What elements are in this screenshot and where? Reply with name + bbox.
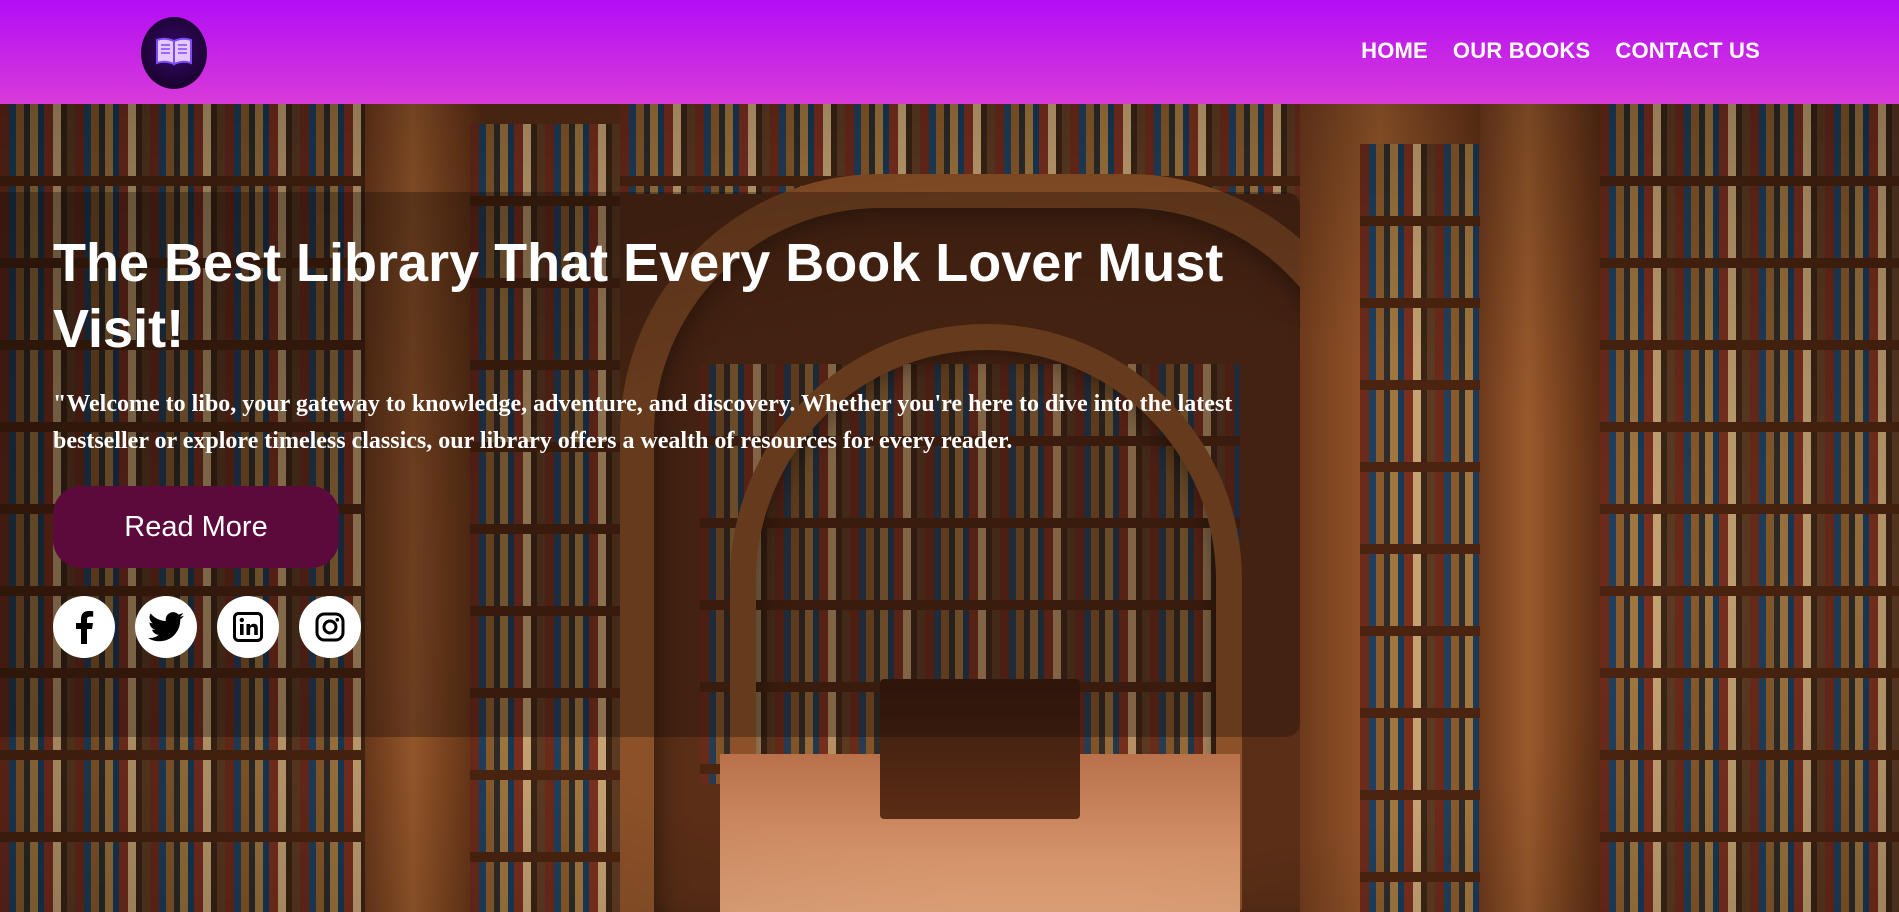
hero-content: The Best Library That Every Book Lover M… [53, 230, 1313, 658]
read-more-button[interactable]: Read More [53, 486, 339, 568]
open-book-icon [155, 36, 193, 71]
hero-title: The Best Library That Every Book Lover M… [53, 233, 1224, 359]
twitter-link[interactable] [135, 596, 197, 658]
hero-description: "Welcome to libo, your gateway to knowle… [53, 391, 1233, 454]
nav-link-our-books[interactable]: OUR BOOKS [1453, 38, 1590, 64]
linkedin-link[interactable] [217, 596, 279, 658]
instagram-icon [315, 612, 345, 642]
navbar: HOME OUR BOOKS CONTACT US [0, 0, 1899, 104]
facebook-link[interactable] [53, 596, 115, 658]
nav-links: HOME OUR BOOKS CONTACT US [1361, 38, 1760, 64]
linkedin-icon [233, 612, 263, 642]
facebook-icon [74, 610, 94, 644]
instagram-link[interactable] [299, 596, 361, 658]
nav-link-home[interactable]: HOME [1361, 38, 1428, 64]
nav-link-contact-us[interactable]: CONTACT US [1615, 38, 1760, 64]
twitter-icon [148, 612, 184, 642]
social-links [53, 596, 1313, 658]
logo[interactable] [141, 17, 207, 89]
